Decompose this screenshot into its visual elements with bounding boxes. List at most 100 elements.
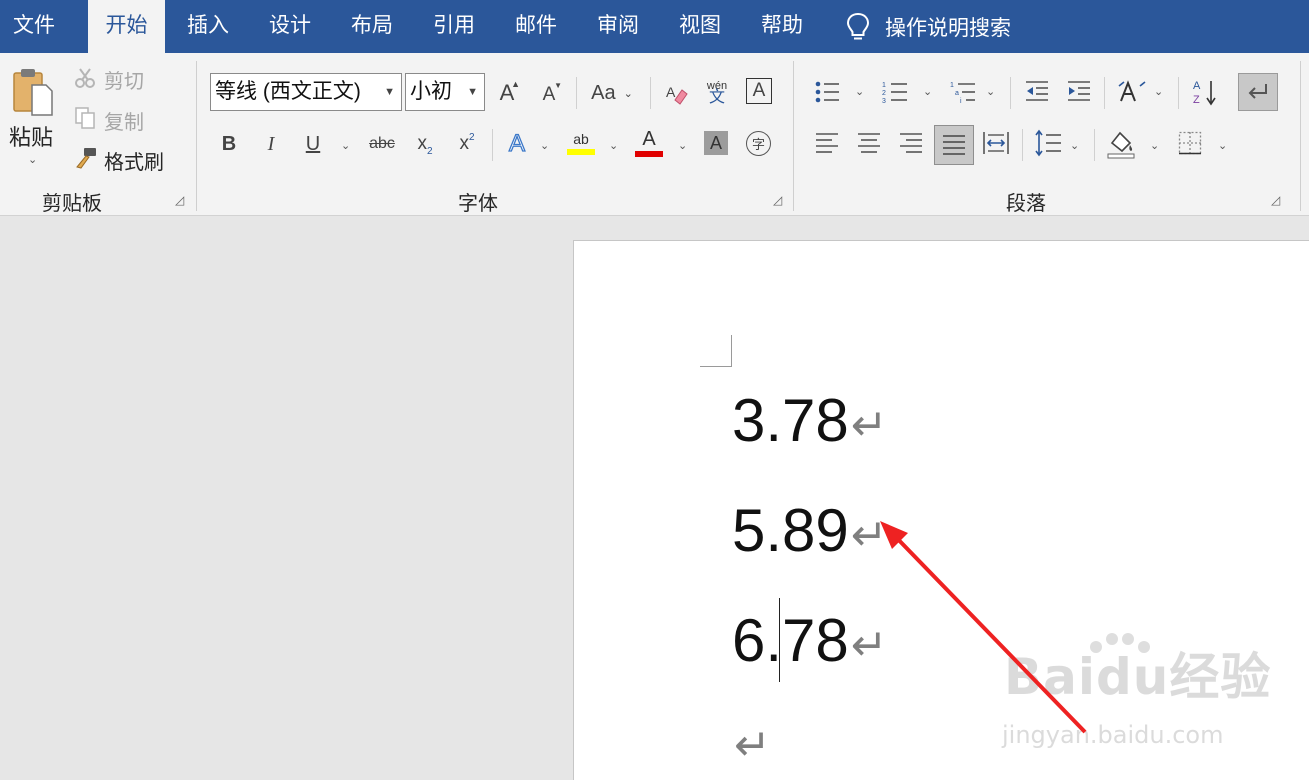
tab-home[interactable]: 开始 — [88, 0, 165, 53]
font-size-combo[interactable]: 小初 ▼ — [405, 73, 485, 111]
pilcrow-icon: ↵ — [850, 401, 888, 450]
cut-label: 剪切 — [104, 71, 144, 93]
font-group-label: 字体 — [458, 193, 498, 215]
copy-button[interactable]: 复制 — [74, 105, 184, 134]
sort-icon[interactable]: AZ — [1192, 77, 1218, 107]
chinese-layout-icon[interactable] — [1118, 79, 1146, 105]
superscript-button[interactable]: x2 — [454, 129, 480, 159]
divider — [1178, 77, 1179, 109]
chevron-down-icon[interactable]: ⌄ — [923, 85, 932, 98]
tell-me-search[interactable]: 操作说明搜索 — [845, 0, 1011, 53]
bold-button[interactable]: B — [216, 129, 242, 159]
svg-text:a: a — [955, 90, 959, 97]
align-left-icon[interactable] — [815, 131, 839, 155]
divider — [492, 129, 493, 161]
group-divider — [1300, 61, 1301, 211]
grow-font-button[interactable]: A ▲ — [494, 77, 520, 109]
strikethrough-button[interactable]: abc — [366, 129, 398, 159]
format-painter-button[interactable]: 格式刷 — [74, 145, 184, 174]
subscript-button[interactable]: x2 — [412, 129, 438, 159]
text-highlight-button[interactable]: ab — [565, 127, 597, 159]
paragraph-line-4[interactable]: ↵ — [732, 721, 771, 771]
tab-design[interactable]: 设计 — [258, 0, 322, 53]
text-effects-button[interactable]: A — [504, 129, 530, 159]
svg-text:A: A — [666, 84, 676, 100]
chevron-down-icon[interactable]: ⌄ — [1218, 139, 1227, 152]
format-painter-label: 格式刷 — [104, 152, 164, 174]
paragraph-text: 6.78 — [732, 607, 849, 674]
bullets-icon[interactable] — [814, 79, 840, 105]
character-border-button[interactable]: A — [746, 78, 772, 104]
svg-text:A: A — [1193, 80, 1201, 92]
document-canvas[interactable]: 3.78 ↵ 5.89 ↵ 6.78 ↵ ↵ Baidu经验 jingyan.baid… — [0, 217, 1309, 780]
change-case-button[interactable]: Aa ⌄ — [586, 77, 638, 109]
ribbon-tab-bar: 文件 开始 插入 设计 布局 引用 邮件 审阅 视图 帮助 操作说明搜索 — [0, 0, 1309, 53]
character-shading-button[interactable]: A — [704, 131, 728, 155]
justify-button[interactable] — [934, 125, 974, 165]
phonetic-guide-button[interactable]: wén 文 — [704, 75, 730, 109]
chevron-down-icon[interactable]: ⌄ — [678, 139, 687, 152]
show-hide-marks-button[interactable] — [1238, 73, 1278, 111]
chevron-down-icon[interactable]: ⌄ — [624, 87, 633, 100]
paragraph-line-1[interactable]: 3.78 ↵ — [732, 391, 888, 451]
tab-references[interactable]: 引用 — [422, 0, 486, 53]
paragraph-dialog-launcher-icon[interactable]: ◿ — [1271, 193, 1285, 207]
font-size-value: 小初 — [410, 80, 452, 103]
highlight-color-swatch — [567, 149, 595, 155]
underline-icon: U — [305, 132, 321, 155]
chevron-down-icon[interactable]: ⌄ — [986, 85, 995, 98]
cut-button[interactable]: 剪切 — [74, 65, 184, 93]
increase-indent-icon[interactable] — [1066, 79, 1092, 105]
subscript-mark: 2 — [426, 145, 433, 157]
bold-icon: B — [221, 132, 237, 155]
chevron-down-icon[interactable]: ⌄ — [1150, 139, 1159, 152]
font-dialog-launcher-icon[interactable]: ◿ — [773, 193, 787, 207]
format-painter-icon — [76, 148, 96, 169]
chevron-down-icon[interactable]: ⌄ — [855, 85, 864, 98]
chevron-down-icon[interactable]: ⌄ — [540, 139, 549, 152]
chevron-down-icon[interactable]: ⌄ — [341, 139, 350, 152]
tab-help[interactable]: 帮助 — [750, 0, 814, 53]
clear-formatting-button[interactable]: A — [664, 79, 690, 109]
enclose-characters-icon: 字 — [751, 137, 765, 152]
borders-icon[interactable] — [1178, 131, 1202, 155]
divider — [1104, 77, 1105, 109]
numbering-icon[interactable]: 123 — [882, 79, 908, 105]
align-right-icon[interactable] — [899, 131, 923, 155]
paste-icon — [13, 69, 53, 116]
paragraph-line-3[interactable]: 6.78 ↵ — [732, 611, 888, 671]
copy-label: 复制 — [104, 112, 144, 134]
superscript-mark: 2 — [468, 131, 475, 143]
paste-button[interactable]: 粘贴 ⌄ — [8, 67, 60, 177]
tab-file[interactable]: 文件 — [0, 0, 68, 53]
font-color-button[interactable]: A — [634, 127, 664, 159]
align-center-icon[interactable] — [857, 131, 881, 155]
tab-mailings[interactable]: 邮件 — [504, 0, 568, 53]
underline-button[interactable]: U — [300, 129, 326, 159]
phonetic-guide-icon: 文 — [708, 89, 725, 106]
tab-review[interactable]: 审阅 — [586, 0, 650, 53]
distributed-icon[interactable] — [983, 131, 1009, 155]
chevron-down-icon[interactable]: ▼ — [384, 74, 395, 110]
line-spacing-icon[interactable] — [1034, 129, 1062, 157]
tab-insert[interactable]: 插入 — [176, 0, 240, 53]
chevron-down-icon[interactable]: ▼ — [467, 74, 478, 110]
decrease-indent-icon[interactable] — [1024, 79, 1050, 105]
tab-view[interactable]: 视图 — [668, 0, 732, 53]
text-effects-icon: A — [508, 129, 525, 157]
paragraph-line-2[interactable]: 5.89 ↵ — [732, 501, 888, 561]
clipboard-dialog-launcher-icon[interactable]: ◿ — [175, 193, 189, 207]
divider — [1010, 77, 1011, 109]
chevron-down-icon[interactable]: ⌄ — [1070, 139, 1079, 152]
chevron-down-icon[interactable]: ⌄ — [609, 139, 618, 152]
chevron-down-icon[interactable]: ⌄ — [1154, 85, 1163, 98]
shrink-font-button[interactable]: A ▼ — [536, 79, 562, 111]
text-cursor — [779, 598, 780, 682]
enclose-characters-button[interactable]: 字 — [746, 131, 771, 156]
tab-layout[interactable]: 布局 — [340, 0, 404, 53]
multilevel-list-icon[interactable]: 1ai — [950, 79, 976, 105]
italic-button[interactable]: I — [258, 129, 284, 159]
paste-dropdown-icon[interactable]: ⌄ — [28, 153, 37, 166]
font-name-combo[interactable]: 等线 (西文正文) ▼ — [210, 73, 402, 111]
shading-icon[interactable] — [1106, 129, 1136, 159]
